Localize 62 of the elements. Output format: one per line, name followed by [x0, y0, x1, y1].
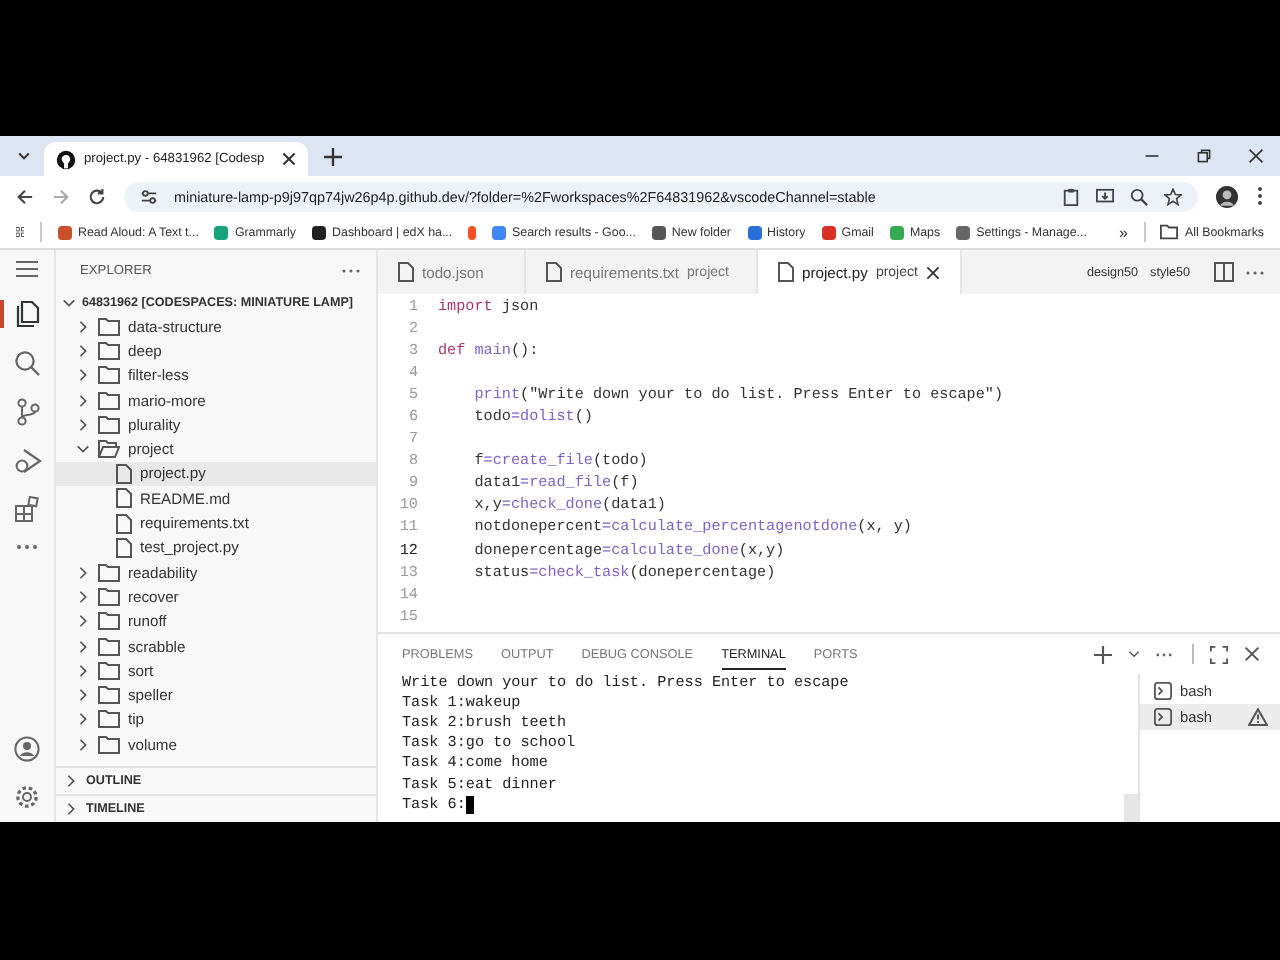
close-icon[interactable] — [1248, 148, 1264, 164]
file-icon — [116, 488, 132, 509]
more-icon[interactable] — [1156, 651, 1172, 657]
more-icon[interactable] — [16, 544, 38, 550]
apps-icon[interactable] — [16, 224, 25, 240]
install-icon[interactable] — [1096, 187, 1114, 205]
menu-icon[interactable] — [1256, 186, 1264, 206]
folder-icon — [98, 563, 120, 582]
file-icon — [116, 463, 132, 484]
folder-icon — [98, 391, 120, 410]
close-icon[interactable] — [282, 152, 296, 166]
search-icon[interactable] — [14, 350, 40, 376]
file-icon — [398, 262, 414, 282]
zoom-icon[interactable] — [1130, 187, 1148, 205]
split-editor-icon[interactable] — [1214, 262, 1234, 282]
file-icon — [546, 262, 562, 282]
file-icon — [116, 537, 132, 558]
folder-icon — [98, 686, 120, 705]
new-tab-icon[interactable] — [324, 147, 342, 165]
dropdown-icon[interactable] — [16, 148, 32, 164]
folder-icon — [98, 415, 120, 434]
restore-icon[interactable] — [1196, 148, 1212, 164]
chevron-down-icon — [76, 442, 90, 457]
source-control-icon[interactable] — [15, 398, 39, 426]
back-icon[interactable] — [16, 187, 34, 205]
extensions-icon[interactable] — [14, 496, 40, 522]
more-icon[interactable] — [342, 267, 360, 273]
site-settings-icon[interactable] — [140, 187, 158, 205]
terminal-icon — [1154, 708, 1172, 726]
star-icon[interactable] — [1164, 187, 1182, 205]
chevron-down-icon — [62, 295, 76, 309]
folder-icon — [98, 366, 120, 385]
run-debug-icon[interactable] — [13, 448, 41, 474]
maximize-icon[interactable] — [1210, 645, 1228, 663]
folder-icon — [98, 341, 120, 360]
account-icon[interactable] — [14, 736, 40, 762]
folder-icon — [98, 612, 120, 631]
folder-icon — [98, 735, 120, 754]
file-icon — [778, 262, 794, 282]
clipboard-icon[interactable] — [1062, 187, 1080, 205]
close-icon[interactable] — [925, 265, 940, 279]
folder-icon — [98, 440, 120, 459]
terminal-icon — [1154, 682, 1172, 700]
close-icon[interactable] — [1244, 646, 1260, 662]
scrollbar[interactable] — [1124, 794, 1138, 822]
new-terminal-icon[interactable] — [1094, 645, 1112, 663]
caret-icon[interactable] — [1128, 648, 1140, 660]
menu-icon[interactable] — [16, 260, 38, 278]
folder-icon — [1160, 224, 1179, 240]
more-bookmarks-button[interactable]: » — [1118, 223, 1128, 241]
avatar-icon[interactable] — [1216, 185, 1238, 207]
folder-icon — [98, 710, 120, 729]
cursor-icon — [465, 796, 474, 815]
file-icon — [116, 513, 132, 534]
folder-icon — [98, 661, 120, 680]
folder-icon — [98, 317, 120, 336]
folder-icon — [98, 637, 120, 655]
settings-icon[interactable] — [14, 784, 40, 810]
bookmark-icon[interactable] — [468, 225, 477, 239]
folder-icon — [98, 587, 120, 606]
more-icon[interactable] — [1246, 269, 1264, 275]
reload-icon[interactable] — [88, 187, 106, 205]
